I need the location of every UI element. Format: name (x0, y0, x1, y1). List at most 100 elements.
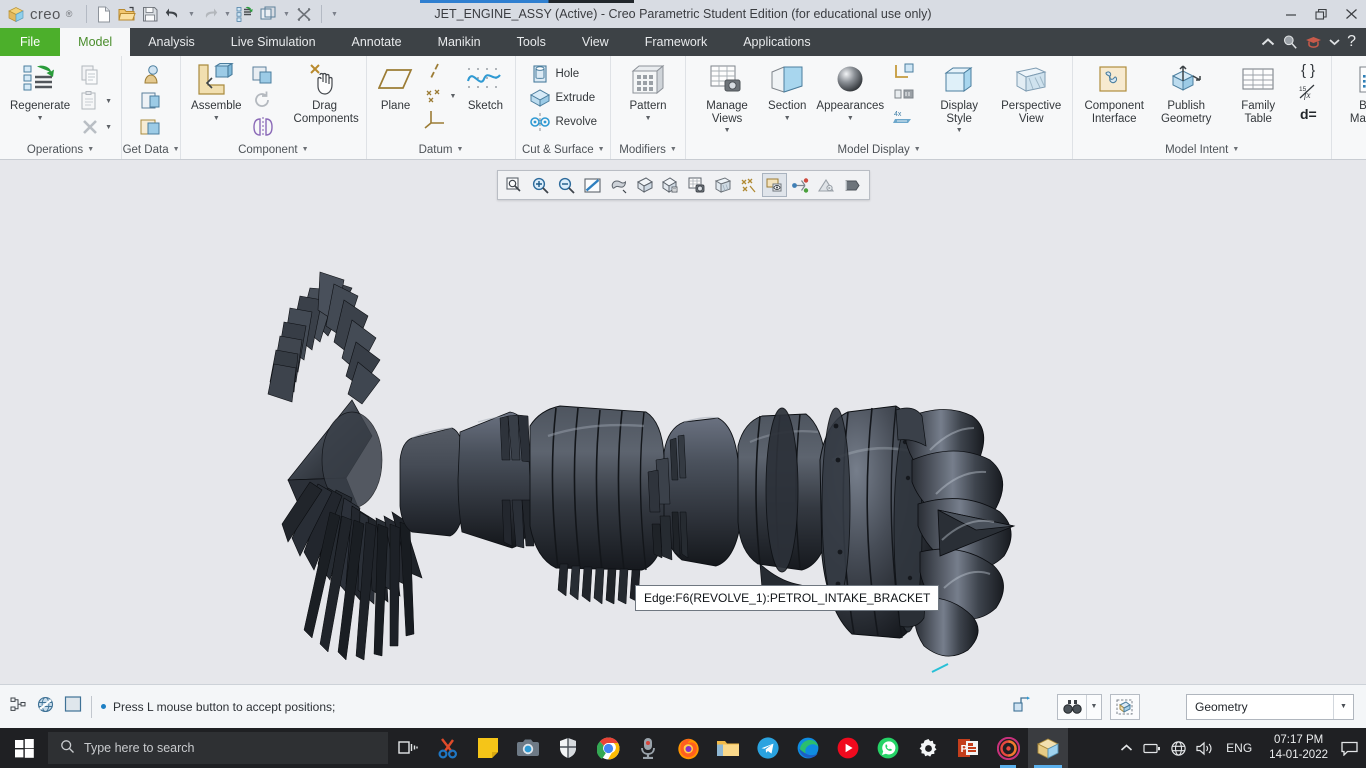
modifiers-dialog-launcher[interactable]: ▼ (670, 146, 677, 153)
group-label-operations[interactable]: Operations ▼ (0, 140, 121, 159)
perspective-view-button[interactable]: Perspective View (996, 60, 1066, 125)
annotation-display-button[interactable] (890, 85, 922, 105)
appearances-button[interactable]: Appearances ▼ (812, 60, 888, 123)
paste-caret[interactable]: ▼ (105, 97, 112, 106)
chevron-down-icon[interactable] (1329, 38, 1340, 46)
camera-icon[interactable] (508, 728, 548, 768)
open-file-button[interactable] (116, 3, 138, 25)
switch-symbols-button[interactable]: 4x (890, 107, 922, 127)
delete-caret[interactable]: ▼ (105, 123, 112, 132)
group-label-datum[interactable]: Datum ▼ (367, 140, 516, 159)
collapse-ribbon-icon[interactable] (1261, 37, 1275, 47)
pattern-button[interactable]: Pattern ▼ (623, 60, 673, 123)
regenerate-button[interactable]: Regenerate ▼ (6, 60, 74, 123)
opera-gx-icon[interactable] (988, 728, 1028, 768)
regenerate-quick-button[interactable] (234, 3, 256, 25)
coordinate-system-button[interactable] (421, 108, 460, 130)
volume-icon[interactable] (1191, 728, 1217, 768)
tab-analysis[interactable]: Analysis (130, 28, 213, 56)
model-intent-dialog-launcher[interactable]: ▼ (1232, 146, 1239, 153)
snipping-tool-icon[interactable] (428, 728, 468, 768)
settings-gear-icon[interactable] (908, 728, 948, 768)
display-style-button[interactable]: Display Style ▼ (924, 60, 994, 135)
group-label-component[interactable]: Component ▼ (181, 140, 366, 159)
redo-button[interactable] (198, 3, 220, 25)
windows-security-icon[interactable] (548, 728, 588, 768)
redo-dropdown-caret[interactable]: ▼ (221, 3, 233, 25)
datum-dialog-launcher[interactable]: ▼ (456, 146, 463, 153)
import-button[interactable] (136, 63, 166, 87)
repaint-icon[interactable] (580, 173, 605, 197)
appearances-caret[interactable]: ▼ (847, 114, 854, 123)
manage-views-button[interactable]: Manage Views ▼ (692, 60, 762, 135)
component-dialog-launcher[interactable]: ▼ (302, 146, 309, 153)
extrude-button[interactable]: Extrude (526, 87, 600, 109)
selection-filter-select[interactable]: Geometry ▼ (1186, 693, 1354, 720)
assemble-caret[interactable]: ▼ (213, 114, 220, 123)
pattern-caret[interactable]: ▼ (645, 114, 652, 123)
tab-tools[interactable]: Tools (499, 28, 564, 56)
tab-file[interactable]: File (0, 28, 61, 56)
tab-framework[interactable]: Framework (627, 28, 726, 56)
group-label-investigate[interactable]: Investigate ▼ (1332, 140, 1366, 159)
plane-button[interactable]: Plane (373, 60, 419, 113)
group-label-modifiers[interactable]: Modifiers ▼ (611, 140, 685, 159)
microsoft-edge-icon[interactable] (788, 728, 828, 768)
save-button[interactable] (139, 3, 161, 25)
telegram-icon[interactable] (748, 728, 788, 768)
saved-views-icon[interactable] (658, 173, 683, 197)
revolve-button[interactable]: Revolve (526, 111, 600, 133)
delete-button[interactable]: ▼ (76, 115, 115, 139)
search-binoculars-icon[interactable] (1058, 695, 1086, 719)
new-file-button[interactable] (93, 3, 115, 25)
display-style-icon[interactable] (632, 173, 657, 197)
sticky-notes-icon[interactable] (468, 728, 508, 768)
selection-filter-caret[interactable]: ▼ (1333, 694, 1353, 719)
drag-component-icon[interactable] (1012, 695, 1031, 719)
undo-button[interactable] (162, 3, 184, 25)
regenerate-caret[interactable]: ▼ (37, 114, 44, 123)
close-window-button[interactable] (293, 3, 315, 25)
model-display-dialog-launcher[interactable]: ▼ (914, 146, 921, 153)
point-button[interactable]: ▼ (421, 86, 460, 106)
display-style-caret[interactable]: ▼ (956, 126, 963, 135)
parameters-button[interactable]: { } (1295, 60, 1325, 80)
creo-parametric-icon[interactable] (1028, 728, 1068, 768)
language-indicator[interactable]: ENG (1217, 741, 1261, 755)
annotation-display-icon[interactable] (762, 173, 787, 197)
close-button[interactable] (1336, 1, 1366, 27)
zoom-in-icon[interactable] (528, 173, 553, 197)
taskbar-search-input[interactable]: Type here to search (48, 732, 388, 764)
task-view-icon[interactable] (388, 728, 428, 768)
switch-dimensions-button[interactable]: d= (1295, 104, 1325, 124)
voice-recorder-icon[interactable] (628, 728, 668, 768)
tab-applications[interactable]: Applications (725, 28, 828, 56)
spin-center-icon[interactable] (788, 173, 813, 197)
copy-geometry-button[interactable] (136, 115, 166, 139)
sketch-button[interactable]: Sketch (461, 60, 509, 113)
minimize-button[interactable] (1276, 1, 1306, 27)
search-icon[interactable] (1282, 34, 1298, 50)
window-dropdown-caret[interactable]: ▼ (280, 3, 292, 25)
clock[interactable]: 07:17 PM 14-01-2022 (1261, 728, 1336, 768)
create-component-button[interactable] (248, 63, 278, 87)
restore-button[interactable] (1306, 1, 1336, 27)
layer-shade-icon[interactable] (840, 173, 865, 197)
view-manager-icon[interactable] (684, 173, 709, 197)
window-button[interactable] (257, 3, 279, 25)
repeat-button[interactable] (248, 89, 278, 113)
youtube-icon[interactable] (828, 728, 868, 768)
group-label-model-intent[interactable]: Model Intent ▼ (1073, 140, 1331, 159)
zoom-out-icon[interactable] (554, 173, 579, 197)
mirror-button[interactable] (248, 115, 278, 139)
bill-of-materials-button[interactable]: i Bill of Materials (1338, 60, 1366, 125)
mozilla-firefox-icon[interactable] (668, 728, 708, 768)
group-label-cut-surface[interactable]: Cut & Surface ▼ (516, 140, 610, 159)
network-icon[interactable] (1165, 728, 1191, 768)
cut-surface-dialog-launcher[interactable]: ▼ (598, 146, 605, 153)
paste-button[interactable]: ▼ (76, 89, 115, 113)
point-caret[interactable]: ▼ (450, 92, 457, 101)
tab-manikin[interactable]: Manikin (420, 28, 499, 56)
help-icon[interactable]: ? (1347, 33, 1356, 51)
powerpoint-icon[interactable]: P (948, 728, 988, 768)
